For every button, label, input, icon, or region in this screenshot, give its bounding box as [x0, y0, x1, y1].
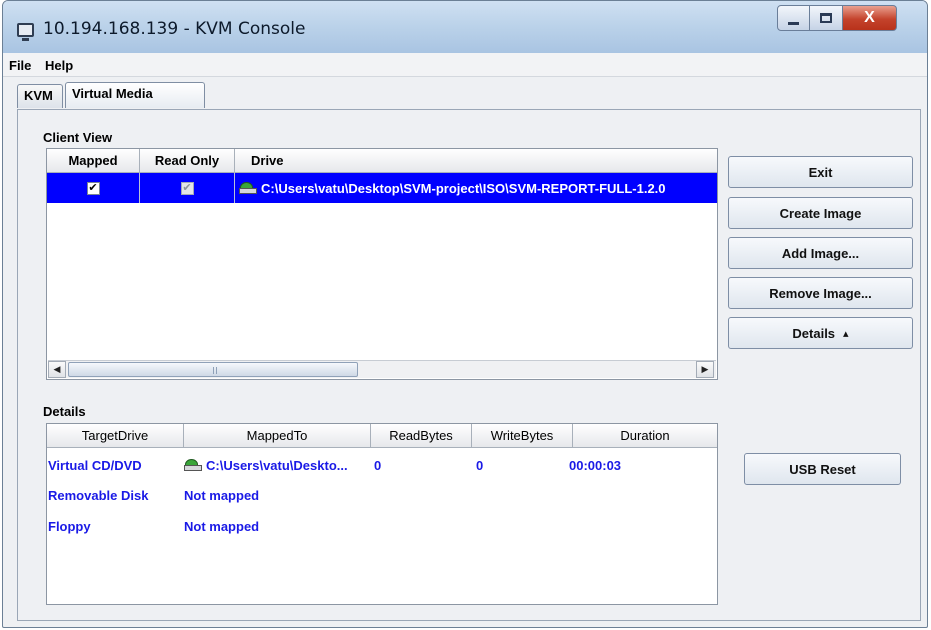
cd-drive-icon	[184, 459, 202, 471]
details-table: TargetDrive MappedTo ReadBytes WriteByte…	[46, 423, 718, 605]
minimize-icon	[788, 21, 799, 25]
details-button[interactable]: Details ▴	[728, 317, 913, 349]
close-icon: X	[864, 9, 875, 26]
cd-drive-icon	[239, 182, 257, 194]
exit-button[interactable]: Exit	[728, 156, 913, 188]
column-header-duration[interactable]: Duration	[573, 424, 717, 448]
details-label: Details	[43, 404, 86, 419]
scroll-left-icon[interactable]: ◀	[48, 361, 66, 378]
scroll-thumb[interactable]	[68, 362, 358, 377]
tab-strip: KVM Virtual Media	[3, 77, 927, 109]
target-drive-cell: Floppy	[48, 518, 91, 534]
grip-icon	[213, 367, 217, 374]
read-only-checkbox: ✔	[180, 181, 194, 195]
maximize-button[interactable]	[810, 5, 843, 31]
drive-path: C:\Users\vatu\Desktop\SVM-project\ISO\SV…	[261, 180, 666, 196]
column-header-target-drive[interactable]: TargetDrive	[47, 424, 184, 448]
table-row[interactable]: ✔ ✔ C:\Users\vatu\Desktop\SVM-project\IS…	[47, 173, 717, 203]
mapped-to-cell: Not mapped	[184, 518, 260, 534]
window-title: 10.194.168.139 - KVM Console	[43, 19, 306, 39]
table-row[interactable]: Removable Disk Not mapped	[47, 480, 717, 510]
mapped-to-path: C:\Users\vatu\Deskto...	[206, 457, 348, 473]
table-row[interactable]: Virtual CD/DVD C:\Users\vatu\Deskto... 0…	[47, 450, 717, 480]
monitor-icon	[17, 23, 34, 41]
kvm-console-window: 10.194.168.139 - KVM Console X File Help…	[2, 0, 928, 628]
add-image-button[interactable]: Add Image...	[728, 237, 913, 269]
minimize-button[interactable]	[777, 5, 810, 31]
table-row[interactable]: Floppy Not mapped	[47, 511, 717, 541]
mapped-to-cell: C:\Users\vatu\Deskto...	[184, 450, 371, 480]
read-only-cell: ✔	[140, 173, 235, 203]
tab-kvm[interactable]: KVM	[17, 84, 63, 108]
client-view-table: Mapped Read Only Drive ✔ ✔ C:\Users\vatu…	[46, 148, 718, 380]
client-view-label: Client View	[43, 130, 113, 145]
read-bytes-cell: 0	[374, 457, 382, 473]
create-image-button[interactable]: Create Image	[728, 197, 913, 229]
remove-image-button[interactable]: Remove Image...	[728, 277, 913, 309]
details-button-label: Details	[792, 325, 836, 341]
close-button[interactable]: X	[843, 5, 897, 31]
write-bytes-cell: 0	[476, 457, 484, 473]
menu-help[interactable]: Help	[45, 58, 73, 73]
mapped-to-cell: Not mapped	[184, 487, 260, 503]
column-header-mapped-to[interactable]: MappedTo	[184, 424, 371, 448]
mapped-checkbox[interactable]: ✔	[86, 181, 100, 195]
chevron-up-icon: ▴	[843, 327, 849, 340]
horizontal-scrollbar[interactable]: ◀ ▶	[48, 360, 716, 378]
tab-virtual-media[interactable]: Virtual Media	[65, 82, 205, 108]
menu-file[interactable]: File	[9, 58, 31, 73]
target-drive-cell: Removable Disk	[48, 487, 149, 503]
virtual-media-panel: Client View Mapped Read Only Drive ✔ ✔ C…	[17, 109, 921, 621]
column-header-drive[interactable]: Drive	[235, 149, 717, 173]
column-header-read-only[interactable]: Read Only	[140, 149, 235, 173]
scroll-right-icon[interactable]: ▶	[696, 361, 714, 378]
drive-cell: C:\Users\vatu\Desktop\SVM-project\ISO\SV…	[235, 173, 717, 203]
menu-bar: File Help	[3, 53, 927, 77]
usb-reset-button[interactable]: USB Reset	[744, 453, 901, 485]
title-bar[interactable]: 10.194.168.139 - KVM Console X	[3, 1, 927, 53]
mapped-cell: ✔	[47, 173, 140, 203]
maximize-icon	[820, 13, 832, 23]
column-header-mapped[interactable]: Mapped	[47, 149, 140, 173]
column-header-read-bytes[interactable]: ReadBytes	[371, 424, 472, 448]
column-header-write-bytes[interactable]: WriteBytes	[472, 424, 573, 448]
target-drive-cell: Virtual CD/DVD	[48, 457, 142, 473]
duration-cell: 00:00:03	[569, 457, 622, 473]
